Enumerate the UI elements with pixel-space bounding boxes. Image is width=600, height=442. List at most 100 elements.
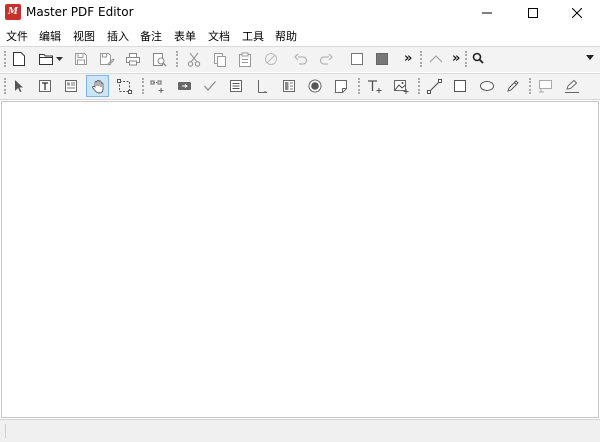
print-icon — [126, 53, 140, 66]
close-button[interactable] — [554, 0, 600, 26]
select-area-icon — [116, 78, 132, 94]
stroke-color-button[interactable] — [347, 49, 367, 69]
tools-toolbar — [0, 73, 600, 100]
menu-bar: 文件 编辑 视图 插入 备注 表单 文档 工具 帮助 — [0, 26, 600, 45]
redo-button[interactable] — [316, 49, 336, 69]
copy-button[interactable] — [210, 49, 230, 69]
add-text-icon — [368, 79, 382, 93]
undo-button[interactable] — [291, 49, 311, 69]
menu-file[interactable]: 文件 — [6, 28, 28, 44]
print-preview-button[interactable] — [149, 49, 169, 69]
select-area-button[interactable] — [114, 76, 134, 96]
menu-edit[interactable]: 编辑 — [39, 28, 61, 44]
toolbar-grip[interactable] — [529, 78, 531, 94]
rectangle-icon — [454, 80, 466, 92]
toolbar-grip[interactable] — [176, 51, 178, 67]
save-as-icon — [100, 53, 115, 66]
menu-view[interactable]: 视图 — [73, 28, 95, 44]
menu-comments[interactable]: 备注 — [140, 28, 162, 44]
edit-document-button[interactable] — [61, 76, 81, 96]
menu-document[interactable]: 文档 — [208, 28, 230, 44]
delete-icon — [265, 53, 277, 65]
link-tool-button[interactable] — [148, 76, 168, 96]
save-as-button[interactable] — [97, 49, 117, 69]
button-form-icon — [283, 80, 295, 92]
minimize-icon — [482, 12, 492, 14]
fill-color-icon — [376, 53, 388, 65]
overflow-chevron-icon[interactable]: » — [404, 51, 412, 66]
add-image-icon — [394, 79, 409, 94]
overflow-chevron-icon[interactable]: » — [452, 51, 460, 66]
text-field-button[interactable] — [174, 76, 194, 96]
toolbar-grip[interactable] — [418, 78, 420, 94]
toolbar-grip[interactable] — [142, 78, 144, 94]
toolbar-grip[interactable] — [358, 78, 360, 94]
toolbar-grip[interactable] — [4, 51, 6, 67]
list-box-button[interactable] — [226, 76, 246, 96]
link-tool-icon — [150, 80, 164, 93]
select-tool-button[interactable] — [9, 76, 29, 96]
paste-icon — [239, 52, 251, 67]
signature-button[interactable] — [331, 76, 351, 96]
print-button[interactable] — [123, 49, 143, 69]
button-form-button[interactable] — [279, 76, 299, 96]
highlight-pen-icon — [565, 79, 579, 93]
text-field-icon — [177, 82, 191, 90]
maximize-button[interactable] — [510, 0, 556, 26]
menu-insert[interactable]: 插入 — [107, 28, 129, 44]
document-viewport[interactable] — [1, 101, 599, 418]
select-arrow-icon — [15, 80, 23, 92]
checkbox-button[interactable] — [200, 76, 220, 96]
hand-tool-button[interactable] — [86, 75, 109, 97]
add-image-button[interactable] — [391, 76, 411, 96]
undo-icon — [294, 53, 307, 65]
close-icon — [572, 8, 582, 18]
cut-icon — [187, 52, 201, 67]
menu-help[interactable]: 帮助 — [275, 28, 297, 44]
delete-button[interactable] — [261, 49, 281, 69]
highlight-pen-button[interactable] — [562, 76, 582, 96]
redo-icon — [320, 53, 333, 65]
rectangle-tool-button[interactable] — [450, 76, 470, 96]
toolbar-grip[interactable] — [4, 78, 6, 94]
text-select-icon — [39, 80, 51, 92]
minimize-button[interactable] — [464, 0, 510, 26]
menu-forms[interactable]: 表单 — [174, 28, 196, 44]
chevron-down-icon[interactable] — [585, 52, 595, 62]
status-bar — [0, 419, 600, 442]
hand-tool-icon — [91, 79, 103, 93]
comment-box-button[interactable] — [536, 76, 556, 96]
checkbox-icon — [204, 81, 216, 91]
navigate-up-icon — [429, 55, 443, 63]
toolbar-grip[interactable] — [420, 51, 422, 67]
radio-button-icon — [308, 79, 322, 93]
ellipse-tool-button[interactable] — [477, 76, 497, 96]
save-button[interactable] — [71, 49, 91, 69]
menu-tools[interactable]: 工具 — [242, 28, 264, 44]
add-text-button[interactable] — [365, 76, 385, 96]
fill-color-button[interactable] — [372, 49, 392, 69]
pencil-tool-button[interactable] — [503, 76, 523, 96]
cut-button[interactable] — [184, 49, 204, 69]
toolbar-grip[interactable] — [465, 51, 467, 67]
ellipse-icon — [480, 81, 494, 91]
status-divider — [5, 424, 6, 438]
window-title: Master PDF Editor — [26, 5, 134, 19]
text-select-button[interactable] — [35, 76, 55, 96]
search-icon — [472, 52, 484, 64]
print-preview-icon — [152, 52, 166, 66]
line-tool-button[interactable] — [424, 76, 444, 96]
save-icon — [75, 53, 87, 65]
combo-box-button[interactable] — [252, 76, 272, 96]
radio-button-button[interactable] — [305, 76, 325, 96]
pencil-icon — [507, 80, 519, 92]
search-input[interactable] — [488, 50, 580, 67]
paste-button[interactable] — [235, 49, 255, 69]
edit-document-icon — [65, 80, 77, 92]
navigate-up-button[interactable] — [426, 49, 446, 69]
search-box — [468, 49, 599, 69]
open-folder-icon — [39, 54, 53, 65]
new-document-button[interactable] — [9, 49, 29, 69]
open-dropdown-button[interactable] — [53, 49, 65, 69]
signature-icon — [335, 79, 347, 93]
